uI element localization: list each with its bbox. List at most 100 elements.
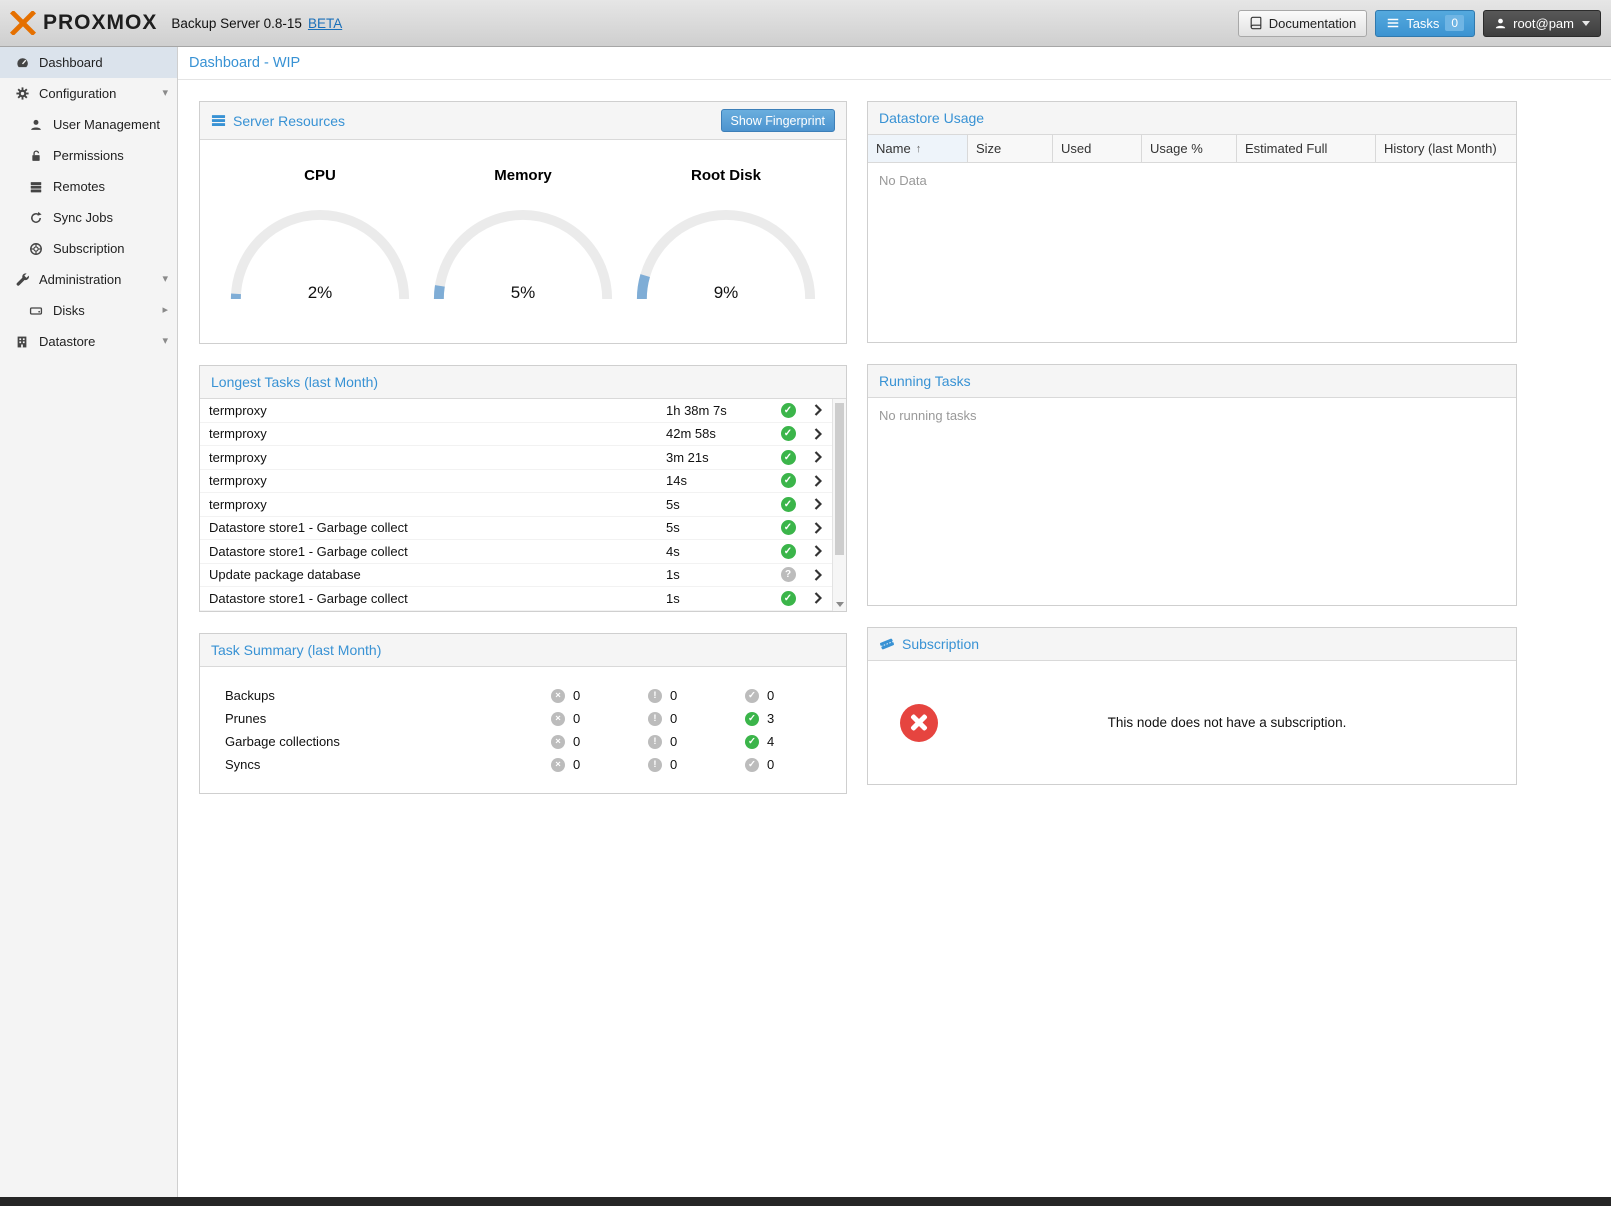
task-duration: 5s bbox=[666, 520, 772, 535]
caret-down-icon[interactable] bbox=[162, 88, 168, 99]
chevron-right-icon[interactable] bbox=[804, 522, 832, 534]
chevron-right-icon[interactable] bbox=[804, 475, 832, 487]
user-menu-button[interactable]: root@pam bbox=[1483, 10, 1601, 37]
user-icon bbox=[27, 118, 45, 132]
task-duration: 4s bbox=[666, 544, 772, 559]
ok-count: 0 bbox=[767, 757, 774, 772]
ok-count: 0 bbox=[767, 688, 774, 703]
column-header-size[interactable]: Size bbox=[968, 135, 1053, 162]
main-area: Dashboard - WIP Server Resources Show Fi… bbox=[178, 47, 1611, 1197]
task-summary-header: Task Summary (last Month) bbox=[200, 634, 846, 667]
sidebar-item-sync-jobs[interactable]: Sync Jobs bbox=[0, 202, 177, 233]
task-row[interactable]: termproxy 1h 38m 7s ✓ bbox=[200, 399, 832, 423]
chevron-right-icon[interactable] bbox=[804, 428, 832, 440]
task-name: termproxy bbox=[209, 497, 666, 512]
error-count: 0 bbox=[573, 688, 580, 703]
sidebar-item-datastore[interactable]: Datastore bbox=[0, 326, 177, 357]
task-name: termproxy bbox=[209, 473, 666, 488]
user-icon bbox=[1494, 17, 1507, 30]
task-row[interactable]: termproxy 5s ✓ bbox=[200, 493, 832, 517]
task-status-icon: ✓ bbox=[781, 497, 796, 512]
task-row[interactable]: Datastore store1 - Garbage collect 1s ✓ bbox=[200, 587, 832, 611]
warning-count-icon: ! bbox=[648, 712, 662, 726]
proxmox-x-icon bbox=[10, 11, 36, 35]
ticket-icon bbox=[879, 636, 895, 652]
chevron-right-icon[interactable] bbox=[804, 569, 832, 581]
scrollbar-down-button[interactable] bbox=[833, 597, 846, 611]
task-row[interactable]: termproxy 3m 21s ✓ bbox=[200, 446, 832, 470]
sidebar-item-dashboard[interactable]: Dashboard bbox=[0, 47, 177, 78]
building-icon bbox=[13, 335, 31, 349]
server-list-icon bbox=[211, 113, 226, 128]
server-stack-icon bbox=[27, 180, 45, 194]
column-header-usage-percent[interactable]: Usage % bbox=[1142, 135, 1237, 162]
panel-title: Subscription bbox=[902, 636, 979, 652]
error-count-icon: × bbox=[551, 712, 565, 726]
gauge-value: 9% bbox=[631, 283, 821, 303]
gauge-label: Memory bbox=[428, 167, 618, 184]
column-header-name[interactable]: Name ↑ bbox=[868, 135, 968, 162]
panel-title: Task Summary (last Month) bbox=[211, 642, 381, 658]
sidebar-item-permissions[interactable]: Permissions bbox=[0, 140, 177, 171]
task-row[interactable]: Update package database 1s ? bbox=[200, 564, 832, 588]
sidebar-item-subscription[interactable]: Subscription bbox=[0, 233, 177, 264]
sidebar-item-user-management[interactable]: User Management bbox=[0, 109, 177, 140]
datastore-usage-body: No Data bbox=[868, 163, 1516, 342]
caret-right-icon[interactable] bbox=[162, 305, 168, 316]
caret-down-icon[interactable] bbox=[162, 274, 168, 285]
sidebar-item-disks[interactable]: Disks bbox=[0, 295, 177, 326]
column-header-used[interactable]: Used bbox=[1053, 135, 1142, 162]
ok-count: 3 bbox=[767, 711, 774, 726]
datastore-usage-header: Datastore Usage bbox=[868, 102, 1516, 135]
chevron-right-icon[interactable] bbox=[804, 451, 832, 463]
show-fingerprint-button[interactable]: Show Fingerprint bbox=[721, 109, 836, 132]
scrollbar[interactable] bbox=[832, 399, 846, 611]
summary-label: Syncs bbox=[225, 757, 551, 772]
sidebar-item-administration[interactable]: Administration bbox=[0, 264, 177, 295]
ok-count-icon: ✓ bbox=[745, 735, 759, 749]
panel-title: Datastore Usage bbox=[879, 110, 984, 126]
gauge-value: 5% bbox=[428, 283, 618, 303]
warning-count: 0 bbox=[670, 711, 677, 726]
task-status-icon: ✓ bbox=[781, 473, 796, 488]
column-header-history[interactable]: History (last Month) bbox=[1376, 135, 1516, 162]
page-header: Dashboard - WIP bbox=[178, 47, 1611, 80]
chevron-right-icon[interactable] bbox=[804, 404, 832, 416]
root-disk-gauge: Root Disk 9% bbox=[631, 167, 821, 343]
task-row[interactable]: termproxy 14s ✓ bbox=[200, 470, 832, 494]
scrollbar-thumb[interactable] bbox=[835, 403, 844, 555]
task-duration: 1s bbox=[666, 567, 772, 582]
subscription-header: Subscription bbox=[868, 628, 1516, 661]
times-circle-icon bbox=[900, 704, 938, 742]
task-name: Datastore store1 - Garbage collect bbox=[209, 544, 666, 559]
chevron-right-icon[interactable] bbox=[804, 592, 832, 604]
error-count-icon: × bbox=[551, 758, 565, 772]
task-row[interactable]: Datastore store1 - Garbage collect 5s ✓ bbox=[200, 517, 832, 541]
beta-link[interactable]: BETA bbox=[308, 16, 342, 31]
caret-down-icon[interactable] bbox=[162, 336, 168, 347]
task-name: termproxy bbox=[209, 450, 666, 465]
top-bar: PROXMOX Backup Server 0.8-15 BETA Docume… bbox=[0, 0, 1611, 47]
task-name: termproxy bbox=[209, 426, 666, 441]
task-row[interactable]: termproxy 42m 58s ✓ bbox=[200, 423, 832, 447]
sidebar-item-label: Administration bbox=[39, 272, 121, 287]
tachometer-icon bbox=[13, 55, 31, 70]
chevron-right-icon[interactable] bbox=[804, 545, 832, 557]
documentation-button[interactable]: Documentation bbox=[1238, 10, 1367, 37]
task-row[interactable]: Datastore store1 - Garbage collect 4s ✓ bbox=[200, 540, 832, 564]
column-header-estimated-full[interactable]: Estimated Full bbox=[1237, 135, 1376, 162]
sidebar-item-configuration[interactable]: Configuration bbox=[0, 78, 177, 109]
task-status-icon: ✓ bbox=[781, 544, 796, 559]
chevron-down-icon bbox=[1582, 21, 1590, 26]
tasks-label: Tasks bbox=[1406, 16, 1439, 31]
task-name: termproxy bbox=[209, 403, 666, 418]
ok-count-icon: ✓ bbox=[745, 689, 759, 703]
summary-row: Syncs ×0 !0 ✓0 bbox=[200, 753, 846, 776]
task-summary-panel: Task Summary (last Month) Backups ×0 !0 … bbox=[199, 633, 847, 794]
brand-wordmark: PROXMOX bbox=[43, 11, 157, 35]
warning-count-icon: ! bbox=[648, 689, 662, 703]
memory-gauge: Memory 5% bbox=[428, 167, 618, 343]
tasks-button[interactable]: Tasks 0 bbox=[1375, 10, 1475, 37]
chevron-right-icon[interactable] bbox=[804, 498, 832, 510]
sidebar-item-remotes[interactable]: Remotes bbox=[0, 171, 177, 202]
